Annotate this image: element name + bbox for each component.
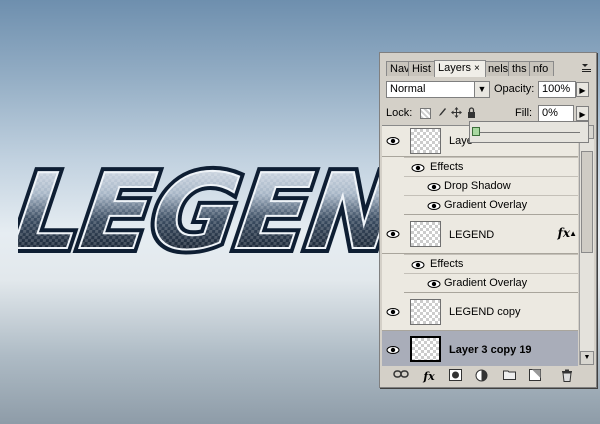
effects-label: Effects xyxy=(430,161,464,173)
panel-tabs: Nav Hist Layers × nels ths nfo xyxy=(384,60,594,77)
effects-row[interactable]: Effects xyxy=(404,157,578,176)
tab-layers[interactable]: Layers × xyxy=(434,60,486,77)
close-icon[interactable]: × xyxy=(474,63,480,74)
effects-row[interactable]: Effects xyxy=(404,254,578,273)
tab-paths[interactable]: ths xyxy=(508,61,530,76)
opacity-input[interactable]: 100% xyxy=(538,81,576,98)
new-layer-icon[interactable] xyxy=(526,369,544,384)
eye-icon[interactable] xyxy=(385,133,401,149)
effect-row-gradient-overlay[interactable]: Gradient Overlay xyxy=(404,273,578,293)
lock-paint-brush-icon[interactable] xyxy=(436,107,447,118)
layer-thumbnail xyxy=(410,336,441,362)
mask-icon[interactable] xyxy=(446,369,464,384)
eye-icon[interactable] xyxy=(385,304,401,320)
panel-menu-icon[interactable] xyxy=(580,63,592,76)
effect-row-gradient-overlay[interactable]: Gradient Overlay xyxy=(404,195,578,215)
fill-input[interactable]: 0% xyxy=(538,105,574,122)
layer-row[interactable]: LEGEND copy xyxy=(382,293,578,331)
legend-text-art: LEGEND LEGEND LEGEND xyxy=(18,146,398,270)
tab-label: nels xyxy=(488,63,509,75)
eye-icon[interactable] xyxy=(426,276,442,292)
eye-icon[interactable] xyxy=(410,257,426,273)
layer-thumbnail xyxy=(410,299,441,325)
tab-label: Layers xyxy=(438,62,472,74)
blend-opacity-row: Normal ▼ Opacity: 100% ▶ xyxy=(384,81,594,101)
blend-mode-select[interactable]: Normal ▼ xyxy=(386,81,490,98)
eye-icon[interactable] xyxy=(426,198,442,214)
trash-icon[interactable] xyxy=(558,369,576,384)
blend-mode-value: Normal xyxy=(390,83,426,95)
layer-name[interactable]: LEGEND copy xyxy=(449,305,521,319)
tab-info[interactable]: nfo xyxy=(529,61,554,76)
fill-slider-popup[interactable] xyxy=(469,121,589,143)
lock-label: Lock: xyxy=(386,107,413,119)
link-icon[interactable] xyxy=(392,369,410,384)
layers-list: Laye Effects Drop Shadow Gradient Overla… xyxy=(382,125,578,366)
eye-icon[interactable] xyxy=(385,226,401,242)
layers-bottom-toolbar: fx xyxy=(382,368,594,385)
effects-label: Effects xyxy=(430,258,464,270)
fill-arrow-button[interactable]: ▶ xyxy=(576,106,589,121)
eye-icon[interactable] xyxy=(385,342,401,358)
tab-label: ths xyxy=(512,63,527,75)
fill-slider-track[interactable] xyxy=(476,132,580,133)
layer-name[interactable]: Layer 3 copy 19 xyxy=(449,343,532,357)
tab-label: Nav xyxy=(390,63,409,75)
layer-thumbnail xyxy=(410,128,441,154)
tab-label: nfo xyxy=(533,63,549,75)
effect-name: Drop Shadow xyxy=(444,180,511,192)
scroll-down-icon[interactable]: ▼ xyxy=(580,351,594,365)
legend-art-pattern: LEGEND xyxy=(18,151,398,270)
layer-name[interactable]: LEGEND xyxy=(449,228,494,242)
fill-slider-thumb[interactable] xyxy=(472,127,480,136)
opacity-label: Opacity: xyxy=(494,83,535,95)
effect-name: Gradient Overlay xyxy=(444,277,528,289)
opacity-arrow-button[interactable]: ▶ xyxy=(576,82,589,97)
layers-scrollbar[interactable]: ▲ ▼ xyxy=(579,125,594,365)
fx-icon[interactable]: fx xyxy=(420,369,438,384)
chevron-down-icon[interactable]: ▼ xyxy=(474,82,489,97)
tab-channels[interactable]: nels xyxy=(484,61,510,76)
layer-row-selected[interactable]: Layer 3 copy 19 xyxy=(382,331,578,366)
effect-name: Gradient Overlay xyxy=(444,199,528,211)
eye-icon[interactable] xyxy=(410,160,426,176)
folder-icon[interactable] xyxy=(500,369,518,384)
tab-label: Hist xyxy=(412,63,431,75)
layer-row[interactable]: LEGEND fx ▲ xyxy=(382,215,578,254)
tab-history[interactable]: Hist xyxy=(408,61,436,76)
layers-panel: Nav Hist Layers × nels ths nfo Normal ▼ O… xyxy=(379,52,597,388)
panel-titlebar[interactable] xyxy=(380,53,596,58)
lock-all-icon[interactable] xyxy=(466,107,477,118)
eye-icon[interactable] xyxy=(426,179,442,195)
fill-label: Fill: xyxy=(515,107,533,119)
scroll-thumb[interactable] xyxy=(581,151,593,253)
effect-row-drop-shadow[interactable]: Drop Shadow xyxy=(404,176,578,195)
layer-thumbnail xyxy=(410,221,441,247)
expand-arrow-icon[interactable]: ▲ xyxy=(569,229,577,238)
lock-transparency-icon[interactable] xyxy=(420,108,431,119)
lock-move-icon[interactable] xyxy=(451,107,462,118)
adjustment-icon[interactable] xyxy=(472,369,490,384)
tab-navigator[interactable]: Nav xyxy=(386,61,409,76)
